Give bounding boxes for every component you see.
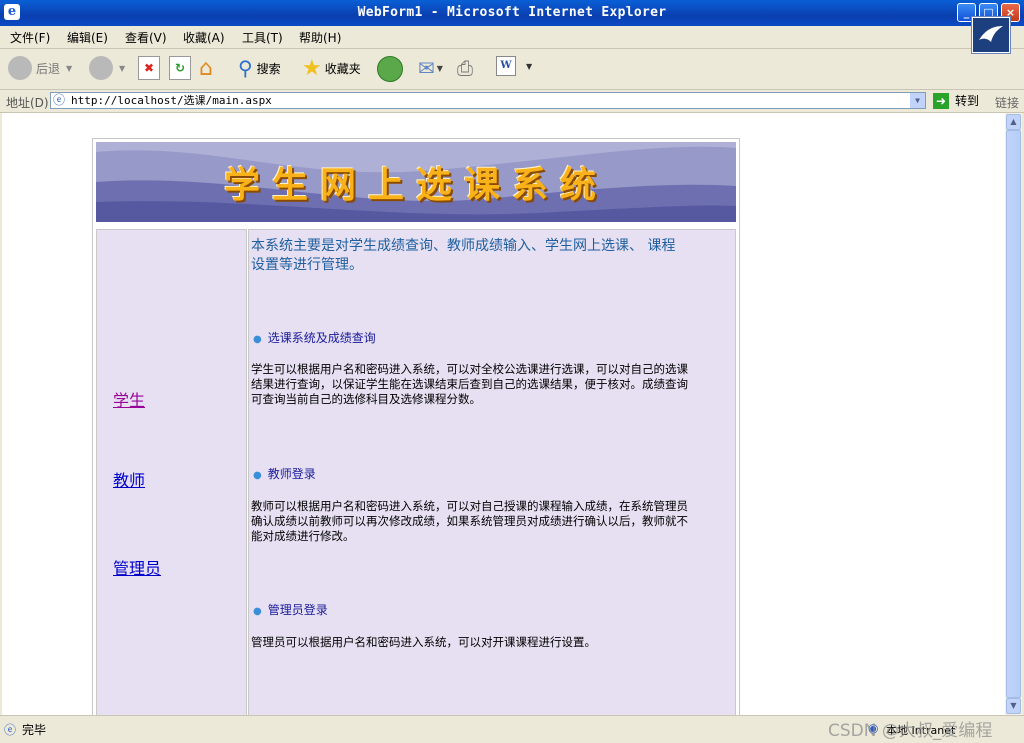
status-bar: ⓔ 完毕 ◉ 本地 Intranet CSDN @大叔_爱编程: [0, 715, 1024, 743]
nav-link-admin[interactable]: 管理员: [113, 555, 161, 579]
page-done-icon: ⓔ: [4, 723, 17, 737]
banner-title: 学生网上选课系统: [223, 164, 608, 206]
section-title: ● 管理员登录: [253, 603, 328, 617]
history-button[interactable]: [377, 56, 403, 82]
refresh-icon: ↻: [169, 56, 191, 80]
home-icon: ⌂: [199, 56, 213, 81]
go-button[interactable]: ➜ 转到: [933, 92, 979, 109]
menu-help[interactable]: 帮助(H): [299, 29, 341, 46]
bullet-icon: ●: [253, 606, 262, 617]
scroll-up-button[interactable]: ▲: [1006, 114, 1021, 130]
refresh-button[interactable]: ↻: [169, 56, 191, 80]
scroll-down-button[interactable]: ▼: [1006, 698, 1021, 714]
bullet-icon: ●: [253, 334, 262, 345]
address-label: 地址(D): [6, 96, 49, 110]
left-nav: 学生 教师 管理员: [96, 229, 247, 715]
dropdown-arrow-icon: ▼: [436, 63, 443, 73]
word-icon: W: [496, 56, 516, 76]
scroll-thumb[interactable]: [1006, 130, 1021, 698]
standard-toolbar: 后退 ▼ ▼ ✖ ↻ ⌂ ⚲ 搜索 ★ 收藏夹 ✉ ▼ ⎙ W ▼: [0, 49, 1024, 90]
search-button[interactable]: ⚲ 搜索: [238, 56, 281, 80]
menu-bar: 文件(F) 编辑(E) 查看(V) 收藏(A) 工具(T) 帮助(H): [0, 26, 1024, 49]
search-icon: ⚲: [238, 56, 253, 80]
star-icon: ★: [302, 56, 322, 81]
content-panel: 本系统主要是对学生成绩查询、教师成绩输入、学生网上选课、 课程设置等进行管理。 …: [248, 229, 736, 715]
history-icon: [377, 56, 403, 82]
mail-icon: ✉: [418, 56, 435, 80]
print-button[interactable]: ⎙: [457, 56, 473, 80]
menu-edit[interactable]: 编辑(E): [67, 29, 108, 46]
dropdown-arrow-icon: ▼: [119, 63, 126, 73]
section-body: 教师可以根据用户名和密码进入系统，可以对自己授课的课程输入成绩，在系统管理员确认…: [251, 499, 688, 543]
dropdown-arrow-icon: ▼: [66, 63, 73, 73]
back-arrow-icon: [8, 56, 32, 80]
window-title: WebForm1 - Microsoft Internet Explorer: [357, 5, 667, 20]
dropdown-arrow-icon: ▼: [526, 61, 533, 71]
section-title: ● 选课系统及成绩查询: [253, 331, 376, 345]
mail-button[interactable]: ✉ ▼: [418, 56, 443, 80]
status-text: 完毕: [22, 723, 47, 737]
address-bar: 地址(D) ⓔ http://localhost/选课/main.aspx ▼ …: [0, 90, 1024, 113]
address-dropdown-button[interactable]: ▼: [910, 93, 925, 108]
main-table: 学生网上选课系统 学生 教师 管理员 本系统主要是对学生成绩查询、教师成绩输入、…: [92, 138, 740, 715]
section-body: 管理员可以根据用户名和密码进入系统，可以对开课课程进行设置。: [251, 635, 596, 649]
menu-favorites[interactable]: 收藏(A): [183, 29, 225, 46]
page-icon: ⓔ: [53, 93, 66, 107]
favorites-button[interactable]: ★ 收藏夹: [302, 56, 361, 81]
stop-icon: ✖: [138, 56, 160, 80]
home-button[interactable]: ⌂: [199, 56, 213, 81]
menu-tools[interactable]: 工具(T): [242, 29, 283, 46]
nav-link-student[interactable]: 学生: [113, 387, 145, 411]
address-input[interactable]: ⓔ http://localhost/选课/main.aspx ▼: [50, 92, 926, 109]
bullet-icon: ●: [253, 470, 262, 481]
printer-icon: ⎙: [457, 56, 473, 80]
section-title: ● 教师登录: [253, 467, 316, 481]
csdn-watermark: CSDN @大叔_爱编程: [828, 721, 993, 741]
window-titlebar: e WebForm1 - Microsoft Internet Explorer…: [0, 0, 1024, 26]
menu-file[interactable]: 文件(F): [10, 29, 50, 46]
stop-button[interactable]: ✖: [138, 56, 160, 80]
windows-logo-icon: [972, 17, 1010, 53]
links-button[interactable]: 链接: [995, 94, 1019, 111]
go-arrow-icon: ➜: [933, 92, 949, 109]
menu-view[interactable]: 查看(V): [125, 29, 167, 46]
forward-button[interactable]: ▼: [89, 56, 125, 80]
forward-arrow-icon: [89, 56, 113, 80]
vertical-scrollbar[interactable]: ▲ ▼: [1005, 113, 1022, 715]
edit-button[interactable]: W ▼: [496, 56, 532, 76]
nav-link-teacher[interactable]: 教师: [113, 467, 145, 491]
section-body: 学生可以根据用户名和密码进入系统，可以对全校公选课进行选课，可以对自己的选课结果…: [251, 362, 688, 406]
page-viewport: 学生网上选课系统 学生 教师 管理员 本系统主要是对学生成绩查询、教师成绩输入、…: [2, 113, 1005, 715]
banner: 学生网上选课系统: [96, 142, 736, 222]
intro-text: 本系统主要是对学生成绩查询、教师成绩输入、学生网上选课、 课程设置等进行管理。: [251, 238, 676, 273]
back-button[interactable]: 后退 ▼: [8, 56, 72, 80]
